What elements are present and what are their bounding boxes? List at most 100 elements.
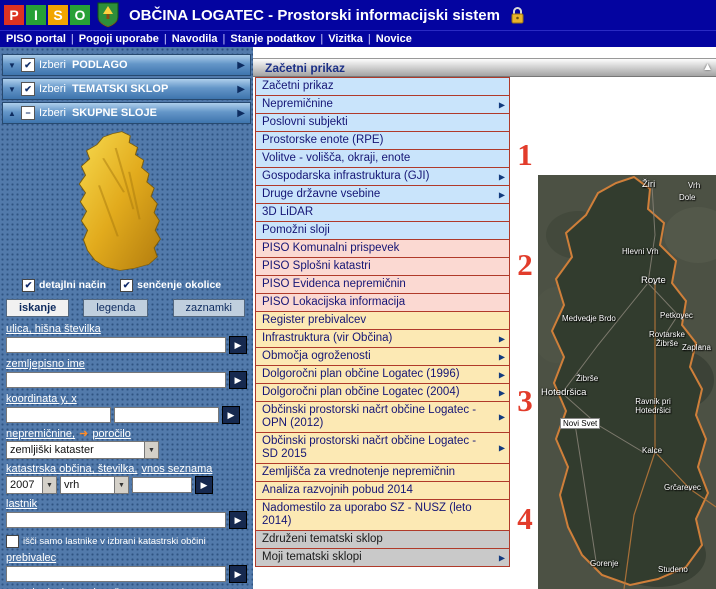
nav-link-stanje-podatkov[interactable]: Stanje podatkov	[230, 33, 315, 45]
menu-item-nusz-2014[interactable]: Nadomestilo za uporabo SZ - NUSZ (leto 2…	[255, 499, 510, 531]
owner-search-link[interactable]: lastnik	[6, 498, 247, 510]
expand-arrow-icon[interactable]: ▶	[237, 60, 245, 71]
coordinate-y-input[interactable]	[6, 407, 111, 423]
section-checkbox-tematski[interactable]: ✔	[21, 82, 35, 96]
cadastre-type-select[interactable]: zemljiški kataster ▼	[6, 441, 159, 459]
nav-link-pogoji-uporabe[interactable]: Pogoji uporabe	[79, 33, 159, 45]
menu-item-pomozni-sloji[interactable]: Pomožni sloji	[255, 221, 510, 240]
menu-item-label: Nadomestilo za uporabo SZ - NUSZ (leto 2…	[262, 502, 472, 527]
logo-letter-o: O	[70, 5, 90, 25]
menu-item-zacetni-prikaz[interactable]: Začetni prikaz	[255, 77, 510, 96]
menu-item-piso-evidenca-nepremicnin[interactable]: PISO Evidenca nepremičnin	[255, 275, 510, 294]
street-search-link[interactable]: ulica, hišna številka	[6, 323, 247, 335]
realestate-link[interactable]: nepremičnine,	[6, 428, 75, 440]
menu-item-gji[interactable]: Gospodarska infrastruktura (GJI)▶	[255, 167, 510, 186]
section-checkbox-skupne[interactable]: −	[21, 106, 35, 120]
menu-item-plan-2004[interactable]: Dolgoročni plan občine Logatec (2004)▶	[255, 383, 510, 402]
menu-item-piso-lokacijska-informacija[interactable]: PISO Lokacijska informacija	[255, 293, 510, 312]
owner-filter-checkbox[interactable]	[6, 535, 19, 548]
menu-item-label: Prostorske enote (RPE)	[262, 134, 383, 146]
geoname-input[interactable]	[6, 372, 226, 388]
menu-item-label: Občinski prostorski načrt občine Logatec…	[262, 404, 476, 429]
nav-link-novice[interactable]: Novice	[376, 33, 412, 45]
nav-link-piso-portal[interactable]: PISO portal	[6, 33, 66, 45]
submenu-arrow-icon: ▶	[499, 332, 505, 345]
menu-item-opn-2012[interactable]: Občinski prostorski načrt občine Logatec…	[255, 401, 510, 433]
menu-item-label: PISO Splošni katastri	[262, 260, 371, 272]
map-label-grcarevec: Grčarevec	[664, 483, 701, 492]
menu-item-label: Združeni tematski sklop	[262, 533, 383, 545]
parcel-number-input[interactable]	[132, 477, 192, 493]
menu-item-3d-lidar[interactable]: 3D LiDAR	[255, 203, 510, 222]
cadastral-code-select[interactable]: 2007 ▼	[6, 476, 57, 494]
section-header-tematski-sklop[interactable]: ▼ ✔ Izberi TEMATSKI SKLOP ▶	[2, 78, 251, 100]
coordinate-x-input[interactable]	[114, 407, 219, 423]
collapse-arrow-icon[interactable]: ▼	[7, 85, 17, 94]
menu-item-piso-komunalni-prispevek[interactable]: PISO Komunalni prispevek	[255, 239, 510, 258]
menu-item-label: Moji tematski sklopi	[262, 551, 362, 563]
menu-item-label: PISO Komunalni prispevek	[262, 242, 399, 254]
collapse-arrow-icon[interactable]: ▼	[7, 61, 17, 70]
resident-input[interactable]	[6, 566, 226, 582]
scroll-up-icon[interactable]: ▲	[702, 61, 713, 73]
menu-item-label: Pomožni sloji	[262, 224, 330, 236]
menu-item-volitve[interactable]: Volitve - volišča, okraji, enote	[255, 149, 510, 168]
sencenje-okolice-checkbox[interactable]: ✔	[120, 279, 133, 292]
municipality-overview-thumbnail[interactable]	[0, 127, 253, 275]
nav-link-navodila[interactable]: Navodila	[172, 33, 218, 45]
section-checkbox-podlago[interactable]: ✔	[21, 58, 35, 72]
map-canvas[interactable]: Žiri Vrh Dole Hlevni Vrh Rovte Medvedje …	[538, 175, 716, 589]
list-entry-link[interactable]: vnos seznama	[141, 463, 212, 475]
owner-go-button[interactable]: ▶	[229, 511, 247, 529]
menu-item-register-prebivalcev[interactable]: Register prebivalcev	[255, 311, 510, 330]
cadastral-go-button[interactable]: ▶	[195, 476, 213, 494]
annotation-number-1: 1	[511, 139, 539, 170]
owner-filter-row: išči samo lastnike v izbrani katastrski …	[6, 535, 247, 548]
section-header-podlago[interactable]: ▼ ✔ Izberi PODLAGO ▶	[2, 54, 251, 76]
report-link[interactable]: poročilo	[92, 428, 131, 440]
street-go-button[interactable]: ▶	[229, 336, 247, 354]
menu-item-zemljisca-vrednotenje[interactable]: Zemljišča za vrednotenje nepremičnin	[255, 463, 510, 482]
tab-iskanje[interactable]: iskanje	[6, 299, 69, 317]
expand-arrow-icon[interactable]: ▶	[237, 84, 245, 95]
menu-item-nepremicnine[interactable]: Nepremičnine▶	[255, 95, 510, 114]
menu-item-label: Infrastruktura (vir Občina)	[262, 332, 392, 344]
app-header: P I S O OBČINA LOGATEC - Prostorski info…	[0, 0, 716, 30]
map-label-zibrse: Žibrše	[576, 374, 598, 383]
menu-item-zdruzeni-tematski-sklop[interactable]: Združeni tematski sklop	[255, 530, 510, 549]
dropdown-arrow-icon: ▼	[42, 477, 56, 493]
menu-item-sd-2015[interactable]: Občinski prostorski načrt občine Logatec…	[255, 432, 510, 464]
detajlni-nacin-label: detajlni način	[39, 279, 106, 291]
section-header-skupne-sloje[interactable]: ▲ − Izberi SKUPNE SLOJE ▶	[2, 102, 251, 124]
geoname-search-link[interactable]: zemljepisno ime	[6, 358, 247, 370]
nav-separator: |	[320, 33, 323, 45]
menu-item-prostorske-enote[interactable]: Prostorske enote (RPE)	[255, 131, 510, 150]
option-sencenje-okolice: ✔ senčenje okolice	[120, 279, 221, 292]
menu-item-obmocja-ogrozenosti[interactable]: Območja ogroženosti▶	[255, 347, 510, 366]
menu-item-analiza-pobud-2014[interactable]: Analiza razvojnih pobud 2014	[255, 481, 510, 500]
expand-arrow-icon[interactable]: ▶	[237, 108, 245, 119]
nav-link-vizitka[interactable]: Vizitka	[328, 33, 363, 45]
collapse-arrow-icon[interactable]: ▲	[7, 109, 17, 118]
piso-logo[interactable]: P I S O	[4, 5, 90, 25]
coordinate-search-link[interactable]: koordinata y, x	[6, 393, 247, 405]
menu-item-druge-drzavne-vsebine[interactable]: Druge državne vsebine▶	[255, 185, 510, 204]
cadastral-municipality-link[interactable]: katastrska občina, številka,	[6, 463, 137, 475]
owner-input[interactable]	[6, 512, 226, 528]
street-input[interactable]	[6, 337, 226, 353]
resident-go-button[interactable]: ▶	[229, 565, 247, 583]
menu-item-poslovni-subjekti[interactable]: Poslovni subjekti	[255, 113, 510, 132]
menu-item-piso-splosni-katastri[interactable]: PISO Splošni katastri	[255, 257, 510, 276]
menu-item-plan-1996[interactable]: Dolgoročni plan občine Logatec (1996)▶	[255, 365, 510, 384]
coordinate-go-button[interactable]: ▶	[222, 406, 240, 424]
app-title: OBČINA LOGATEC - Prostorski informacijsk…	[129, 7, 500, 24]
resident-search-link[interactable]: prebivalec	[6, 552, 247, 564]
tab-zaznamki[interactable]: zaznamki	[173, 299, 245, 317]
geoname-go-button[interactable]: ▶	[229, 371, 247, 389]
menu-item-moji-tematski-sklopi[interactable]: Moji tematski sklopi▶	[255, 548, 510, 567]
tab-legenda[interactable]: legenda	[83, 299, 148, 317]
detajlni-nacin-checkbox[interactable]: ✔	[22, 279, 35, 292]
cadastral-name-select[interactable]: vrh ▼	[60, 476, 129, 494]
menu-item-infrastruktura-obcina[interactable]: Infrastruktura (vir Občina) ▶	[255, 329, 510, 348]
menu-item-label: Gospodarska infrastruktura (GJI)	[262, 170, 429, 182]
